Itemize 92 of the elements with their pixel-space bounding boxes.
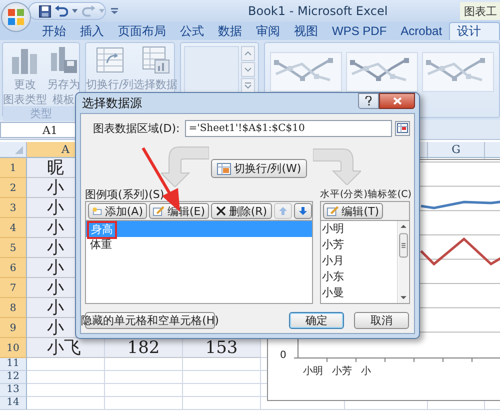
gallery-scroll-button[interactable] — [241, 78, 255, 93]
context-tab[interactable]: 图表工 — [460, 2, 500, 20]
dropdown-icon[interactable] — [99, 9, 105, 13]
chevron-up-icon — [244, 50, 252, 57]
corner-triangle-icon — [15, 146, 23, 154]
ribbon-tab[interactable]: 视图 — [287, 22, 325, 40]
ribbon-tab[interactable]: WPS PDF — [325, 22, 394, 40]
gallery-scroll-button[interactable] — [241, 46, 255, 61]
gallery-scroll-button[interactable] — [241, 62, 255, 77]
office-logo-icon — [8, 9, 24, 25]
row-header[interactable]: 14 — [0, 397, 27, 410]
ribbon-tab[interactable]: 插入 — [73, 22, 111, 40]
list-item[interactable]: 小曼 — [321, 285, 397, 301]
row-header[interactable]: 9 — [0, 318, 27, 338]
help-icon — [365, 96, 372, 106]
up-arrow-icon — [279, 207, 287, 215]
row-header[interactable]: 1 — [0, 158, 27, 178]
delete-icon — [216, 206, 226, 216]
undo-icon[interactable] — [55, 4, 68, 18]
scrollbar[interactable] — [397, 221, 409, 303]
ribbon-tab[interactable]: 设计 — [449, 22, 500, 40]
window-title: Book1 - Microsoft Excel — [248, 4, 388, 18]
range-icon — [397, 123, 408, 133]
input-field[interactable]: ='Sheet1'!$A$1:$C$10 — [184, 120, 392, 136]
list-item[interactable]: 小明 — [321, 221, 397, 237]
button-label: 更改 — [14, 78, 36, 91]
save-icon[interactable] — [39, 4, 52, 18]
button-label: 选择数据 — [134, 78, 178, 91]
add-button[interactable]: 添加(A) — [88, 203, 147, 219]
add-icon — [92, 205, 102, 217]
list-item[interactable]: 小东 — [321, 269, 397, 285]
list-item[interactable]: 小月 — [321, 253, 397, 269]
row-header[interactable]: 3 — [0, 198, 27, 218]
help-button[interactable] — [358, 93, 379, 109]
chart-style-thumbnail[interactable] — [270, 52, 342, 92]
edit-button[interactable]: 编辑(T) — [323, 203, 383, 219]
button-label: 模板 — [52, 93, 74, 106]
ribbon-tab[interactable]: 页面布局 — [111, 22, 173, 40]
more-icon — [244, 82, 252, 89]
table-cell: 153 — [183, 338, 261, 358]
select-all-button[interactable] — [0, 142, 27, 158]
table-cell: 小飞 — [27, 338, 105, 358]
axis-label: 小芳 — [332, 364, 352, 378]
row-header[interactable]: 13 — [0, 384, 27, 397]
close-button[interactable] — [379, 93, 415, 109]
row-header[interactable]: 5 — [0, 238, 27, 258]
curved-arrow — [313, 147, 362, 185]
pencil-icon — [327, 205, 339, 217]
table-switch-icon — [94, 45, 125, 75]
ribbon-tab[interactable]: Acrobat — [394, 22, 450, 40]
column-header[interactable]: G — [428, 142, 485, 158]
row-header[interactable]: 8 — [0, 298, 27, 318]
button-label: 切换行/列 — [86, 78, 134, 91]
list-item[interactable]: 小芳 — [321, 237, 397, 253]
chart-style-thumbnail[interactable] — [346, 52, 418, 92]
axis-label: 小明 — [303, 364, 323, 378]
table-cell: 182 — [105, 338, 183, 358]
pencil-icon — [153, 205, 164, 217]
close-icon — [392, 97, 402, 105]
cancel-button[interactable]: 取消 — [354, 312, 409, 329]
dropdown-icon[interactable] — [72, 9, 78, 13]
chart-save-icon — [48, 45, 78, 75]
switch-row-column-button[interactable]: 切换行/列(W) — [211, 159, 308, 178]
down-arrow-icon — [299, 207, 307, 215]
axis-label: 小 — [361, 364, 371, 378]
range-picker-button[interactable] — [395, 120, 410, 136]
row-header[interactable]: 10 — [0, 338, 27, 358]
button-label: 另存为 — [47, 78, 80, 91]
row-header[interactable]: 2 — [0, 178, 27, 198]
ribbon-tab[interactable]: 开始 — [35, 22, 73, 40]
redo-icon[interactable] — [82, 4, 96, 18]
ribbon-tab[interactable]: 公式 — [173, 22, 211, 40]
dialog-title: 选择数据源 — [82, 95, 142, 112]
curved-arrow — [161, 145, 209, 187]
chevron-down-icon — [244, 66, 252, 73]
table-chart-icon — [140, 45, 171, 75]
chart-style-thumbnail[interactable] — [422, 52, 494, 92]
move-down-button[interactable] — [294, 203, 312, 219]
ribbon-tab[interactable]: 审阅 — [249, 22, 287, 40]
row-header[interactable]: 11 — [0, 358, 27, 371]
button-label: 图表类型 — [3, 93, 47, 106]
table-icon — [217, 162, 231, 174]
delete-button[interactable]: 删除(R) — [211, 203, 272, 219]
customize-icon[interactable] — [111, 8, 118, 14]
ok-button[interactable]: 确定 — [289, 312, 344, 329]
panel-label: 水平(分类)轴标签(C) — [320, 188, 412, 201]
row-header[interactable]: 6 — [0, 258, 27, 278]
row-header[interactable]: 12 — [0, 371, 27, 384]
axis-label: 0 — [280, 350, 286, 361]
row-header[interactable]: 4 — [0, 218, 27, 238]
row-header[interactable]: 7 — [0, 278, 27, 298]
ribbon-tab[interactable]: 数据 — [211, 22, 249, 40]
